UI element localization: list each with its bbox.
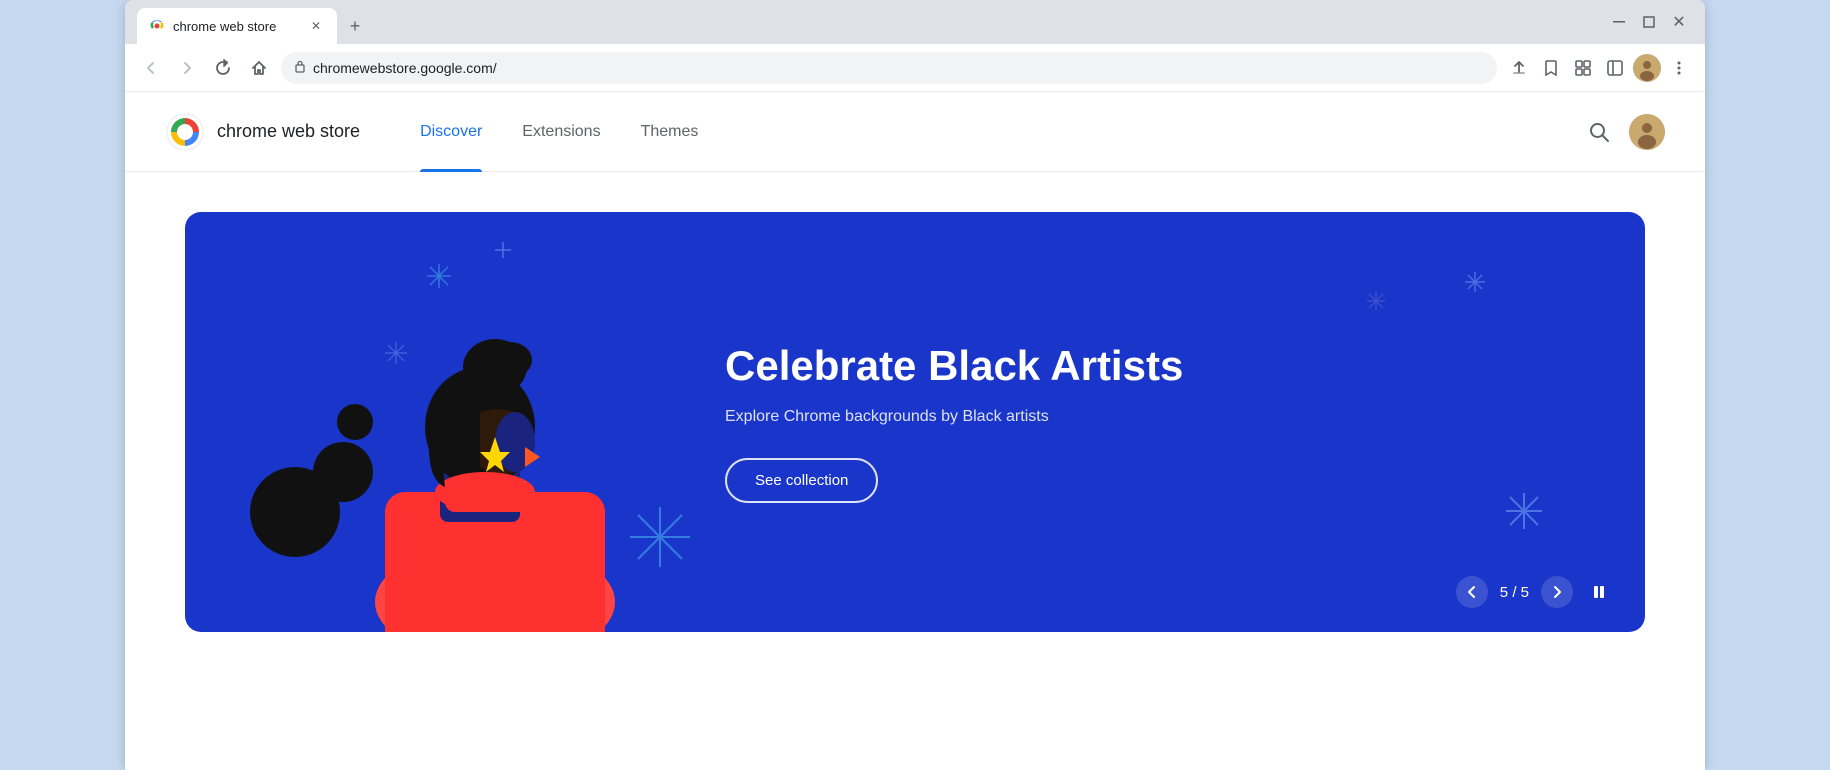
new-tab-button[interactable]: +	[341, 12, 369, 40]
tab-close-button[interactable]: ✕	[307, 17, 325, 35]
store-nav-links: Discover Extensions Themes	[400, 92, 1581, 172]
hero-text-area: Celebrate Black Artists Explore Chrome b…	[665, 341, 1645, 502]
profile-button[interactable]	[1633, 54, 1661, 82]
refresh-button[interactable]	[209, 54, 237, 82]
browser-window: chrome web store ✕ + ✕	[125, 0, 1705, 770]
carousel-controls: 5 / 5	[1456, 576, 1613, 608]
url-display: chromewebstore.google.com/	[313, 60, 497, 76]
store-logo[interactable]: chrome web store	[165, 112, 360, 152]
share-button[interactable]	[1505, 54, 1533, 82]
carousel-prev-button[interactable]	[1456, 576, 1488, 608]
hero-container: Celebrate Black Artists Explore Chrome b…	[125, 172, 1705, 672]
deco-cross-2	[1465, 272, 1485, 292]
hero-illustration	[185, 212, 665, 632]
nav-themes[interactable]: Themes	[621, 92, 719, 172]
hero-banner: Celebrate Black Artists Explore Chrome b…	[185, 212, 1645, 632]
sidebar-button[interactable]	[1601, 54, 1629, 82]
home-button[interactable]	[245, 54, 273, 82]
extensions-button[interactable]	[1569, 54, 1597, 82]
nav-extensions[interactable]: Extensions	[502, 92, 620, 172]
page-content: chrome web store Discover Extensions The…	[125, 92, 1705, 770]
omnibox[interactable]: chromewebstore.google.com/	[281, 52, 1497, 84]
carousel-next-button[interactable]	[1541, 576, 1573, 608]
forward-button[interactable]	[173, 54, 201, 82]
tab-strip: chrome web store ✕ +	[137, 8, 1605, 44]
menu-button[interactable]	[1665, 54, 1693, 82]
title-bar: chrome web store ✕ + ✕	[125, 0, 1705, 44]
user-avatar[interactable]	[1629, 114, 1665, 150]
carousel-counter: 5 / 5	[1500, 584, 1529, 601]
cws-logo-icon	[165, 112, 205, 152]
bookmark-button[interactable]	[1537, 54, 1565, 82]
see-collection-button[interactable]: See collection	[725, 458, 878, 503]
illustration-svg	[185, 212, 665, 632]
search-button[interactable]	[1581, 114, 1617, 150]
close-button[interactable]: ✕	[1665, 8, 1693, 36]
active-tab[interactable]: chrome web store ✕	[137, 8, 337, 44]
minimize-button[interactable]	[1605, 8, 1633, 36]
tab-title: chrome web store	[173, 19, 276, 34]
lock-icon	[293, 59, 307, 76]
maximize-button[interactable]	[1635, 8, 1663, 36]
address-bar-actions	[1505, 54, 1693, 82]
nav-right-actions	[1581, 114, 1665, 150]
carousel-pause-button[interactable]	[1585, 578, 1613, 606]
store-navigation: chrome web store Discover Extensions The…	[125, 92, 1705, 172]
tab-favicon	[149, 18, 165, 34]
address-bar: chromewebstore.google.com/	[125, 44, 1705, 92]
deco-cross-3	[1367, 292, 1385, 310]
window-controls: ✕	[1605, 8, 1693, 44]
hero-title: Celebrate Black Artists	[725, 341, 1585, 391]
hero-subtitle: Explore Chrome backgrounds by Black arti…	[725, 408, 1585, 426]
back-button[interactable]	[137, 54, 165, 82]
nav-discover[interactable]: Discover	[400, 92, 502, 172]
store-name-label: chrome web store	[217, 121, 360, 142]
